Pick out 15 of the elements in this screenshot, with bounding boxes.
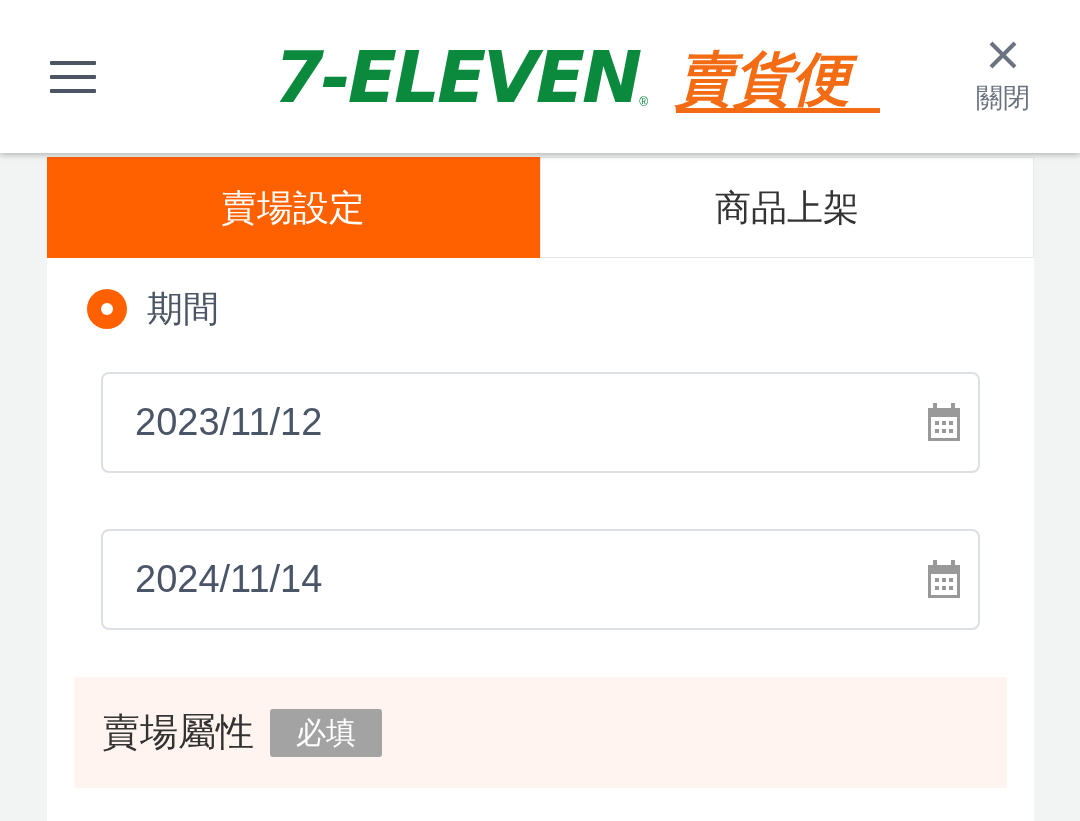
required-badge: 必填: [270, 708, 382, 757]
registered-mark: ®: [639, 94, 649, 111]
calendar-icon: [926, 402, 962, 443]
close-button[interactable]: 關閉: [976, 40, 1030, 119]
calendar-icon: [926, 559, 962, 600]
radio-button[interactable]: [87, 289, 127, 329]
date-field[interactable]: 2024/11/14: [101, 529, 980, 630]
logo-wordmark: 7-ELEVEN: [273, 40, 640, 113]
menu-icon[interactable]: [50, 58, 98, 95]
tab[interactable]: 商品上架: [539, 157, 1034, 258]
close-icon: [988, 40, 1018, 71]
section-title: 賣場屬性: [102, 710, 254, 755]
period-label: 期間: [147, 287, 219, 331]
date-field[interactable]: 2023/11/12: [101, 372, 980, 473]
service-logo: 賣貨便: [676, 49, 881, 113]
